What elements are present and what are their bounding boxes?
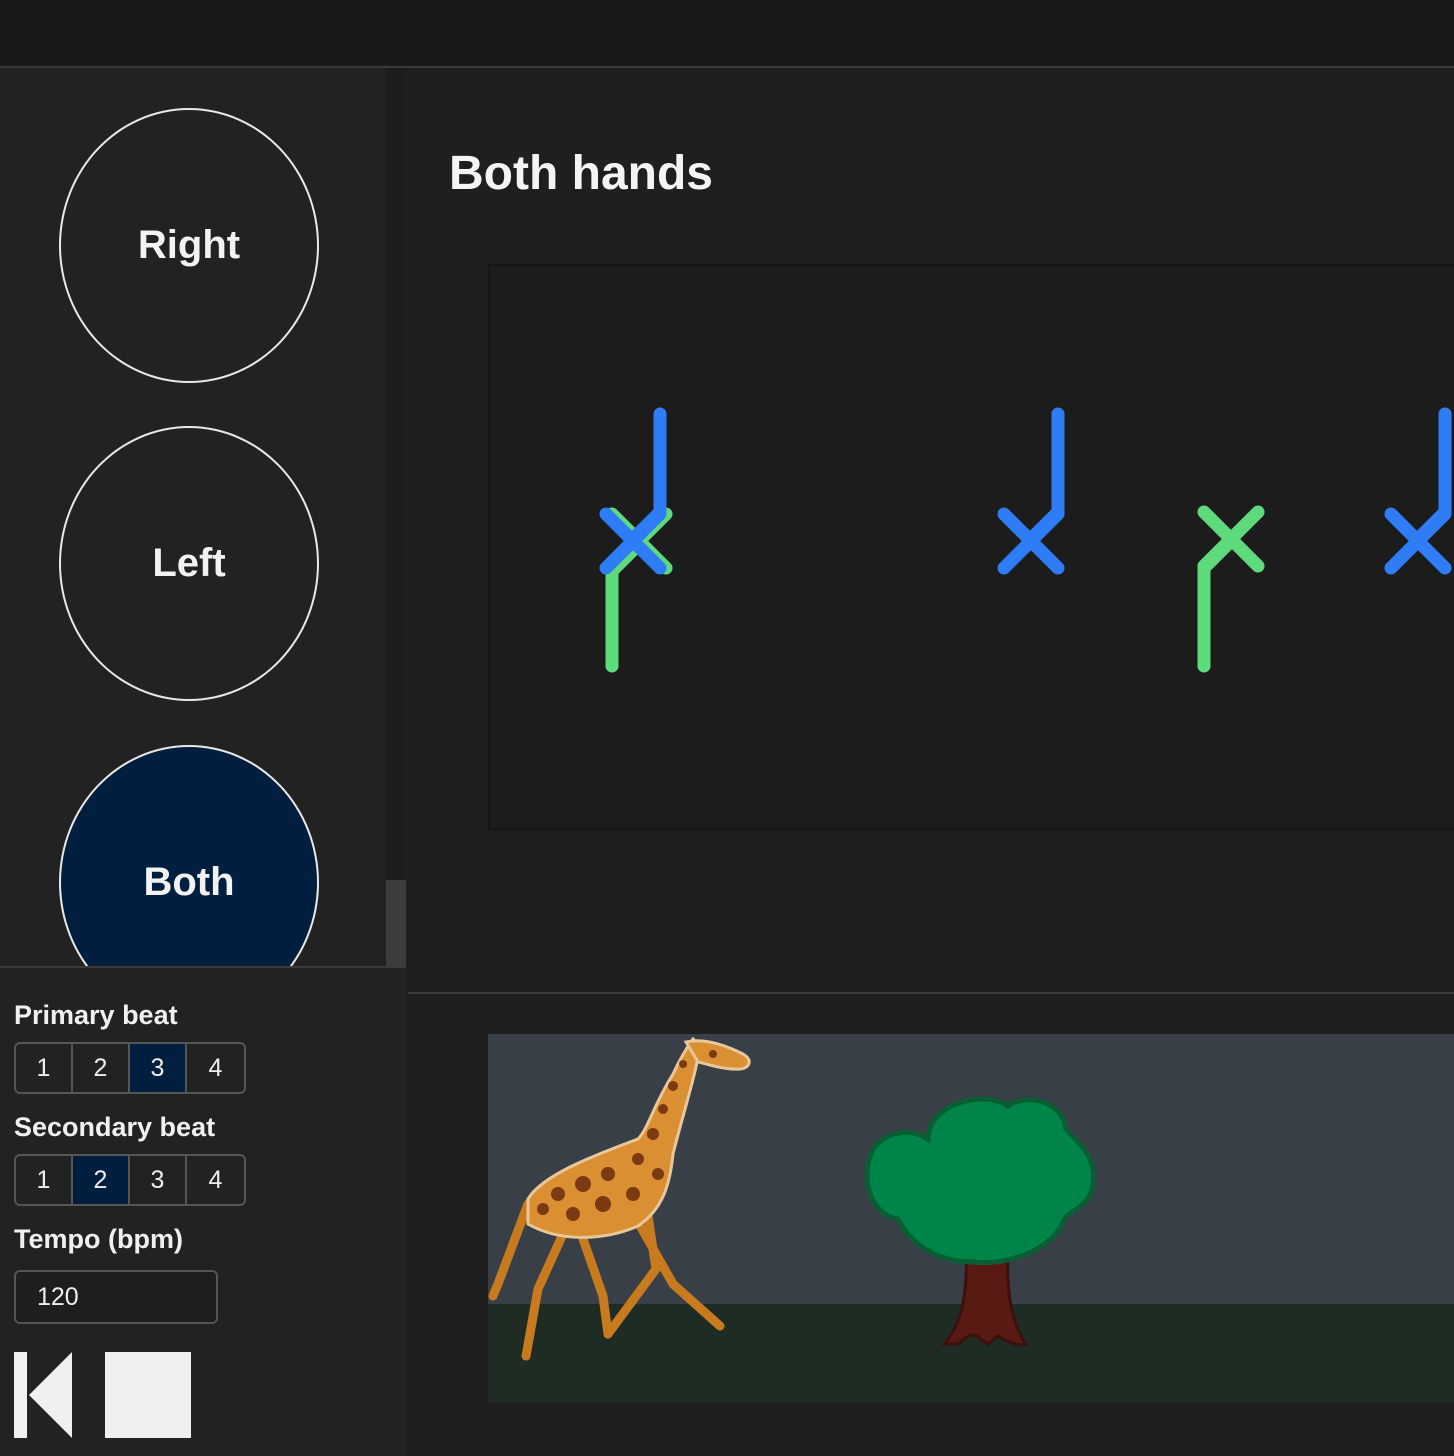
left-hand-beat-mark [1197,505,1265,673]
secondary-beat-option-2[interactable]: 2 [73,1156,130,1204]
primary-beat-option-4[interactable]: 4 [187,1044,244,1092]
right-hand-beat-mark [997,407,1065,575]
left-hand-button[interactable]: Left [59,426,319,701]
hand-selector-sidebar: Right Left Both [0,68,386,966]
primary-beat-label: Primary beat [14,1000,178,1030]
tempo-label: Tempo (bpm) [14,1224,183,1254]
primary-beat-selector: 1 2 3 4 [14,1042,246,1094]
secondary-beat-option-1[interactable]: 1 [16,1156,73,1204]
scene-art [488,1036,1097,1361]
tempo-input[interactable] [14,1270,218,1324]
section-divider [408,992,1454,994]
tree-image [864,1096,1097,1347]
primary-beat-option-2[interactable]: 2 [73,1044,130,1092]
hand-pattern-canvas [488,264,1454,830]
sidebar-scrollbar[interactable] [386,68,406,966]
secondary-beat-option-4[interactable]: 4 [187,1156,244,1204]
both-hands-button[interactable]: Both [59,745,319,966]
right-hand-beat-mark [1384,407,1452,575]
secondary-beat-option-3[interactable]: 3 [130,1156,187,1204]
top-bar [0,0,1454,68]
page-title: Both hands [449,147,713,200]
secondary-beat-selector: 1 2 3 4 [14,1154,246,1206]
skip-back-icon[interactable] [14,1352,72,1438]
controls-panel: Primary beat 1 2 3 4 Secondary beat 1 2 … [0,966,406,1456]
sidebar-scrollbar-thumb[interactable] [386,880,406,966]
animation-scene [488,1034,1454,1402]
stop-icon[interactable] [105,1352,191,1438]
primary-beat-option-1[interactable]: 1 [16,1044,73,1092]
secondary-beat-label: Secondary beat [14,1112,216,1142]
beat-marks [599,407,1452,673]
giraffe-image [488,1036,751,1361]
right-hand-button[interactable]: Right [59,108,319,383]
primary-beat-option-3[interactable]: 3 [130,1044,187,1092]
